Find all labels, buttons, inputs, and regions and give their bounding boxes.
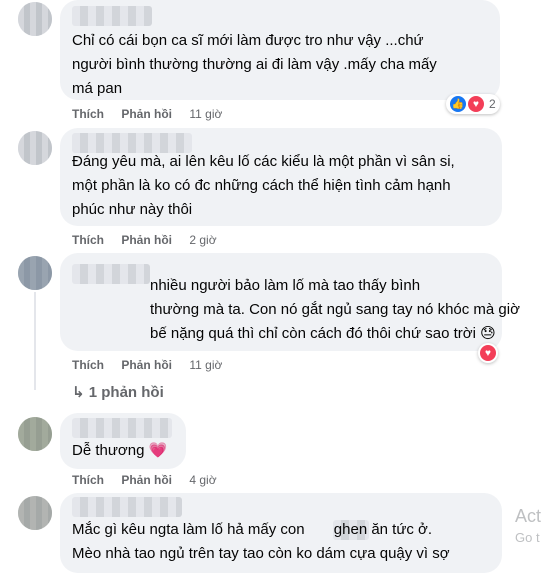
- reaction-summary[interactable]: 👍 ♥ 2: [446, 94, 500, 114]
- avatar[interactable]: [18, 417, 52, 451]
- comment-text: Chỉ có cái bọn ca sĩ mới làm được tro nh…: [72, 32, 437, 97]
- avatar[interactable]: [18, 131, 52, 165]
- activate-watermark: Act: [515, 506, 541, 526]
- reply-button[interactable]: Phản hồi: [121, 107, 172, 121]
- view-replies-link[interactable]: ↳ 1 phản hồi: [72, 383, 164, 401]
- reaction-count: 2: [489, 97, 496, 111]
- reply-button[interactable]: Phản hồi: [121, 473, 172, 487]
- comment-text: Đáng yêu mà, ai lên kêu lố các kiểu là m…: [72, 153, 455, 218]
- comment-timestamp[interactable]: 11 giờ: [189, 107, 222, 121]
- commenter-name-blurred: [72, 418, 172, 438]
- like-button[interactable]: Thích: [72, 473, 104, 487]
- comment-timestamp[interactable]: 4 giờ: [189, 473, 216, 487]
- reply-thread-line: [34, 292, 36, 390]
- heart-icon: ♥: [468, 96, 484, 112]
- comment-text: Dễ thương 💗: [72, 442, 168, 459]
- like-icon: 👍: [450, 96, 466, 112]
- comment-timestamp[interactable]: 2 giờ: [189, 233, 216, 247]
- avatar[interactable]: [18, 496, 52, 530]
- comment-timestamp[interactable]: 11 giờ: [189, 358, 222, 372]
- reply-button[interactable]: Phản hồi: [121, 358, 172, 372]
- commenter-name-blurred: [72, 6, 152, 26]
- comment-text: nhiều người bảo làm lố mà tao thấy bình …: [150, 277, 520, 342]
- commenter-name-blurred: [72, 264, 150, 284]
- avatar[interactable]: [18, 2, 52, 36]
- commenter-name-blurred: [72, 497, 182, 517]
- comment-actions: Thích Phản hồi 11 giờ: [72, 358, 236, 372]
- comment-text: Mắc gì kêu ngta làm lố hả mấy con ghen ă…: [72, 521, 450, 562]
- like-button[interactable]: Thích: [72, 107, 104, 121]
- comment-actions: Thích Phản hồi 2 giờ: [72, 233, 231, 247]
- comment-actions: Thích Phản hồi 4 giờ: [72, 473, 231, 487]
- like-button[interactable]: Thích: [72, 358, 104, 372]
- activate-watermark-sub: Go t: [515, 530, 540, 545]
- like-button[interactable]: Thích: [72, 233, 104, 247]
- heart-icon: ♥: [480, 345, 496, 361]
- reaction-summary[interactable]: ♥: [478, 343, 498, 363]
- comment-actions: Thích Phản hồi 11 giờ: [72, 107, 236, 121]
- reply-button[interactable]: Phản hồi: [121, 233, 172, 247]
- avatar[interactable]: [18, 256, 52, 290]
